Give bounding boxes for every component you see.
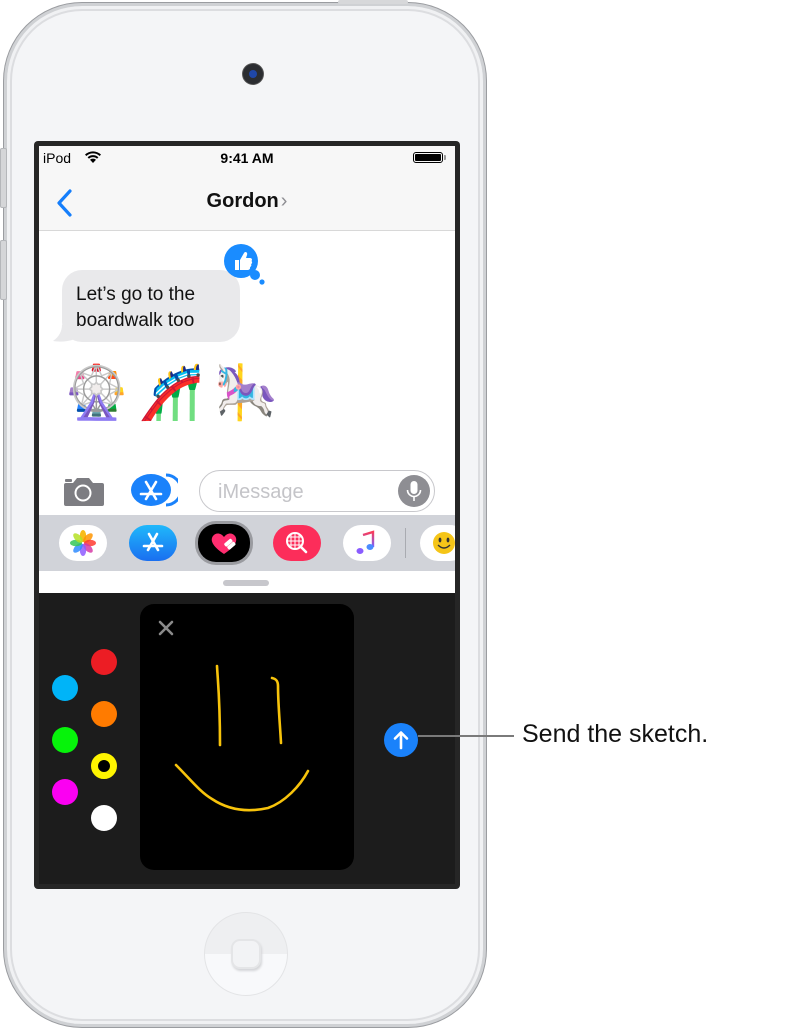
microphone-icon [406,481,422,501]
app-drawer-item-music[interactable] [343,525,391,561]
contact-name-button[interactable]: Gordon › [39,190,455,213]
photos-icon [70,530,96,556]
app-drawer-item-app-store[interactable] [129,525,177,561]
sketch-drawing [174,664,310,812]
incoming-message-bubble[interactable]: Let’s go to the boardwalk too [62,270,240,342]
status-bar: iPod 9:41 AM [39,146,455,170]
color-swatch-yellow-selected[interactable] [91,753,117,779]
message-list: Let’s go to the boardwalk too 🎡🎢🎠 [39,231,455,461]
app-drawer-item-images[interactable] [273,525,321,561]
front-camera [243,64,263,84]
sheet-grabber[interactable] [223,580,269,586]
digital-touch-panel [39,593,455,884]
nav-bar: Gordon › [39,170,455,231]
battery-tip [444,155,446,160]
battery-icon [413,152,443,163]
message-line: Let’s go to the [76,284,196,305]
volume-up-button [0,148,7,208]
arrow-up-icon [393,731,409,750]
sketch-canvas[interactable] [140,604,354,870]
message-input[interactable] [216,479,390,505]
smiley-icon [433,532,455,554]
color-swatch-orange[interactable] [91,701,117,727]
emoji-message[interactable]: 🎡🎢🎠 [64,362,288,424]
callout-leader-line [418,735,514,737]
dictation-button[interactable] [398,475,430,507]
message-line: boardwalk too [76,310,195,331]
digital-touch-heart-icon [211,533,237,554]
close-icon[interactable] [154,616,178,640]
home-button[interactable] [204,912,288,996]
contact-name: Gordon [206,190,279,212]
sketch-stroke-left-eye [215,664,222,747]
color-swatch-green[interactable] [52,727,78,753]
clock: 9:41 AM [220,150,274,166]
app-drawer-item-digital-touch[interactable] [198,524,250,562]
color-swatch-white[interactable] [91,805,117,831]
color-swatch-magenta[interactable] [52,779,78,805]
screen: iPod 9:41 AM Gordon › Let’s go to the bo… [34,141,460,889]
app-store-icon [142,532,164,552]
app-drawer [39,515,455,571]
drawer-sheet [39,571,455,593]
drawer-divider [405,528,406,558]
chevron-right-icon: › [280,190,288,212]
color-swatch-blue[interactable] [52,675,78,701]
app-drawer-item-photos[interactable] [59,525,107,561]
composer-bar [39,461,455,515]
app-store-icon[interactable] [130,472,178,508]
app-drawer-item-animoji[interactable] [420,525,455,561]
music-note-icon [356,530,375,554]
sketch-stroke-smile [174,763,310,812]
send-sketch-button[interactable] [384,723,418,757]
thumbs-up-tapback-icon[interactable] [222,241,266,285]
globe-search-icon [286,532,308,554]
callout-label: Send the sketch. [522,720,709,748]
top-button [338,0,408,4]
volume-down-button [0,240,7,300]
home-button-square-icon [231,939,261,969]
imessage-field[interactable] [199,470,435,512]
sketch-stroke-right-eye [270,676,283,745]
camera-icon[interactable] [61,475,105,507]
messages-app: iPod 9:41 AM Gordon › Let’s go to the bo… [39,146,455,884]
color-swatch-red[interactable] [91,649,117,675]
